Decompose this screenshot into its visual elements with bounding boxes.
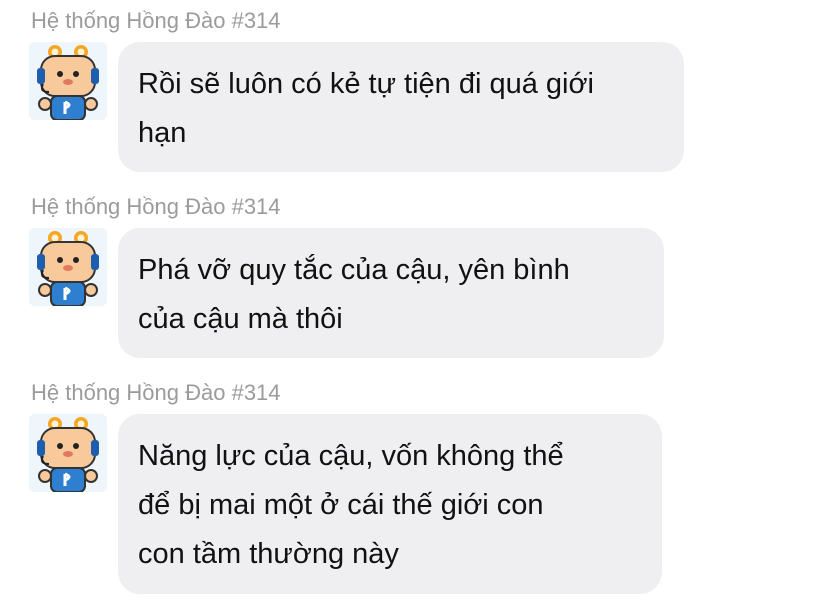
sender-name: Hệ thống Hồng Đào #314 <box>31 380 281 405</box>
sender-name: Hệ thống Hồng Đào #314 <box>31 194 281 219</box>
message-text-line: hạn <box>138 117 187 149</box>
message-text-line: để bị mai một ở cái thế giới con <box>138 489 544 521</box>
message-text-line: Phá vỡ quy tắc của cậu, yên bình <box>138 254 570 286</box>
robot-mascot-avatar-icon[interactable] <box>29 414 107 492</box>
message-bubble[interactable]: Rồi sẽ luôn có kẻ tự tiện đi quá giới hạ… <box>118 42 684 172</box>
message-text-line: Rồi sẽ luôn có kẻ tự tiện đi quá giới <box>138 68 594 100</box>
message-text-line: của cậu mà thôi <box>138 303 343 335</box>
message-text-line: Năng lực của cậu, vốn không thể <box>138 440 564 472</box>
sender-name: Hệ thống Hồng Đào #314 <box>31 8 281 33</box>
robot-mascot-avatar-icon[interactable] <box>29 228 107 306</box>
message-bubble[interactable]: Phá vỡ quy tắc của cậu, yên bình của cậu… <box>118 228 664 358</box>
message-text-line: con tầm thường này <box>138 538 399 570</box>
message-bubble[interactable]: Năng lực của cậu, vốn không thể để bị ma… <box>118 414 662 594</box>
robot-mascot-avatar-icon[interactable] <box>29 42 107 120</box>
